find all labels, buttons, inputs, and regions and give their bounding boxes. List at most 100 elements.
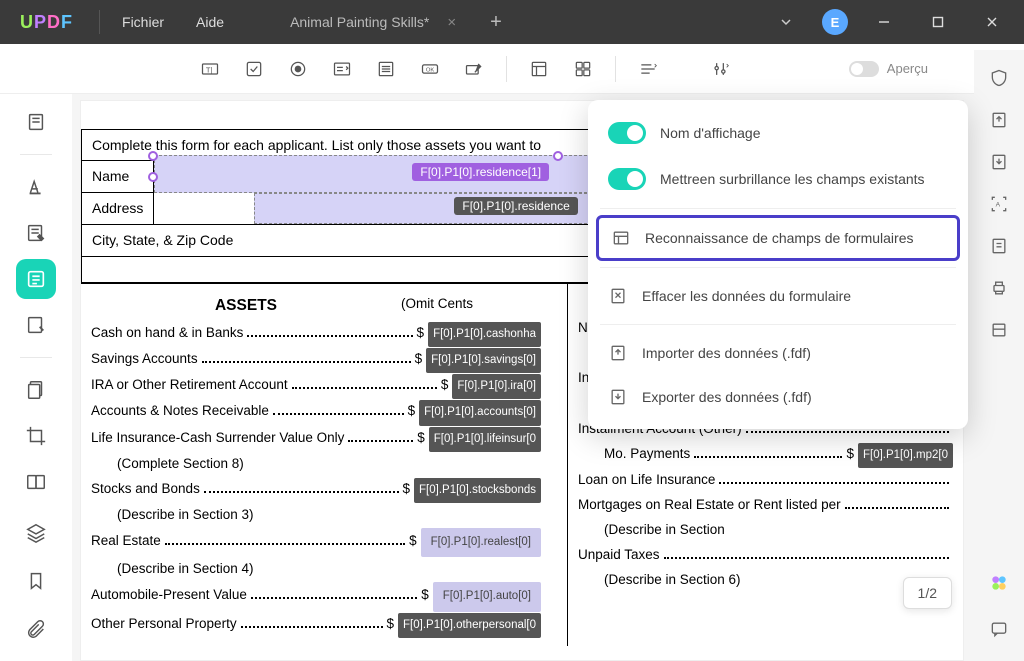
assets-heading: ASSETS (91, 292, 401, 321)
right-sidebar: A (974, 50, 1024, 661)
asset-row: (Describe in Section 3) (91, 503, 541, 528)
export-tool[interactable] (981, 144, 1017, 180)
field-tag: F[0].P1[0].residence[1] (412, 163, 549, 181)
omit-cents: (Omit Cents (401, 292, 541, 321)
preview-label: Aperçu (887, 61, 928, 76)
align-tool[interactable] (630, 51, 666, 87)
field-tag[interactable]: F[0].P1[0].accounts[0] (419, 400, 541, 425)
asset-row: Automobile-Present Value$F[0].P1[0].auto… (91, 582, 541, 611)
asset-row: Other Personal Property$F[0].P1[0].other… (91, 612, 541, 638)
field-tag[interactable]: F[0].P1[0].savings[0] (426, 348, 541, 373)
menu-highlight-fields[interactable]: Mettreen surbrillance les champs existan… (588, 156, 968, 202)
menu-file[interactable]: Fichier (106, 14, 180, 30)
form-options-tool[interactable] (702, 51, 738, 87)
import-icon (608, 343, 628, 363)
asset-row: Cash on hand & in Banks$F[0].P1[0].casho… (91, 321, 541, 347)
signature-tool[interactable] (456, 51, 492, 87)
user-avatar[interactable]: E (822, 9, 848, 35)
form-options-menu: Nom d'affichage Mettreen surbrillance le… (588, 100, 968, 429)
layers-tool[interactable] (16, 513, 56, 553)
field-tag[interactable]: F[0].P1[0].realest[0] (421, 528, 541, 557)
field-tag: F[0].P1[0].residence (454, 197, 577, 215)
radio-tool[interactable] (280, 51, 316, 87)
asset-row: Mortgages on Real Estate or Rent listed … (578, 493, 953, 518)
form-tool[interactable] (16, 259, 56, 299)
tab-add-button[interactable]: + (490, 11, 502, 34)
menu-import-data[interactable]: Importer des données (.fdf) (588, 331, 968, 375)
text-field-tool[interactable]: T| (192, 51, 228, 87)
erase-icon (608, 286, 628, 306)
form-recognize-icon (611, 228, 631, 248)
asset-row: Unpaid Taxes (578, 543, 953, 568)
flatten-tool[interactable] (981, 312, 1017, 348)
comment-tool[interactable] (981, 611, 1017, 647)
menu-export-data[interactable]: Exporter des données (.fdf) (588, 375, 968, 419)
menu-recognize-fields[interactable]: Reconnaissance de champs de formulaires (596, 215, 960, 261)
menu-help[interactable]: Aide (180, 14, 240, 30)
chevron-down-icon[interactable] (768, 8, 804, 36)
asset-row: (Describe in Section 4) (91, 557, 541, 582)
preview-toggle[interactable]: Aperçu (849, 61, 928, 77)
asset-row: Real Estate$F[0].P1[0].realest[0] (91, 528, 541, 557)
menu-clear-data[interactable]: Effacer les données du formulaire (588, 274, 968, 318)
dropdown-tool[interactable] (324, 51, 360, 87)
bookmark-tool[interactable] (16, 561, 56, 601)
svg-text:T|: T| (206, 65, 213, 74)
name-label: Name (82, 161, 154, 193)
address-label: Address (82, 193, 154, 225)
form-toolbar: T| OK Aperçu (0, 44, 1024, 94)
svg-text:OK: OK (426, 67, 435, 73)
tab-close-icon[interactable]: × (447, 14, 456, 31)
checkbox-tool[interactable] (236, 51, 272, 87)
window-close[interactable] (974, 8, 1010, 36)
field-tag[interactable]: F[0].P1[0].auto[0] (433, 582, 541, 611)
left-sidebar (0, 94, 72, 661)
field-tag[interactable]: F[0].P1[0].ira[0] (452, 374, 541, 399)
compare-tool[interactable] (16, 462, 56, 502)
attachment-tool[interactable] (16, 609, 56, 649)
toggle-switch-icon (608, 122, 646, 144)
field-tag[interactable]: F[0].P1[0].stocksbonds (414, 478, 541, 503)
asset-row: Stocks and Bonds$F[0].P1[0].stocksbonds (91, 477, 541, 503)
pages-tool[interactable] (16, 370, 56, 410)
window-minimize[interactable] (866, 8, 902, 36)
asset-row: (Complete Section 8) (91, 452, 541, 477)
export-icon (608, 387, 628, 407)
grid-tool[interactable] (565, 51, 601, 87)
listbox-tool[interactable] (368, 51, 404, 87)
highlight-tool[interactable] (16, 167, 56, 207)
asset-row: (Describe in Section 6) (578, 568, 953, 593)
field-tag[interactable]: F[0].P1[0].otherpersonal[0 (398, 613, 541, 638)
page-indicator[interactable]: 1/2 (903, 577, 952, 609)
window-maximize[interactable] (920, 8, 956, 36)
edit-text-tool[interactable] (16, 213, 56, 253)
tab-title: Animal Painting Skills* (290, 14, 429, 30)
ai-assistant[interactable] (981, 565, 1017, 601)
asset-row: Savings Accounts$F[0].P1[0].savings[0] (91, 347, 541, 373)
menu-display-name[interactable]: Nom d'affichage (588, 110, 968, 156)
field-tag[interactable]: F[0].P1[0].lifeinsur[0 (429, 427, 541, 452)
ocr-tool[interactable]: A (981, 186, 1017, 222)
app-logo: UPDF (0, 12, 93, 33)
asset-row: Loan on Life Insurance (578, 468, 953, 493)
asset-row: (Describe in Section (578, 518, 953, 543)
field-tag[interactable]: F[0].P1[0].mp2[0 (858, 443, 953, 468)
titlebar: UPDF Fichier Aide Animal Painting Skills… (0, 0, 1024, 44)
asset-row: Mo. Payments$F[0].P1[0].mp2[0 (578, 442, 953, 468)
share-tool[interactable] (981, 102, 1017, 138)
field-tag[interactable]: F[0].P1[0].cashonha (428, 322, 541, 347)
asset-row: Accounts & Notes Receivable$F[0].P1[0].a… (91, 399, 541, 425)
asset-row: IRA or Other Retirement Account$F[0].P1[… (91, 373, 541, 399)
reader-tool[interactable] (16, 102, 56, 142)
toggle-switch-icon (849, 61, 879, 77)
crop-tool[interactable] (16, 416, 56, 456)
document-tab[interactable]: Animal Painting Skills* × (280, 0, 466, 44)
toggle-switch-icon (608, 168, 646, 190)
compress-tool[interactable] (981, 228, 1017, 264)
asset-row: Life Insurance-Cash Surrender Value Only… (91, 426, 541, 452)
print-tool[interactable] (981, 270, 1017, 306)
form-layout-tool[interactable] (521, 51, 557, 87)
organize-tool[interactable] (16, 305, 56, 345)
button-tool[interactable]: OK (412, 51, 448, 87)
protect-tool[interactable] (981, 60, 1017, 96)
